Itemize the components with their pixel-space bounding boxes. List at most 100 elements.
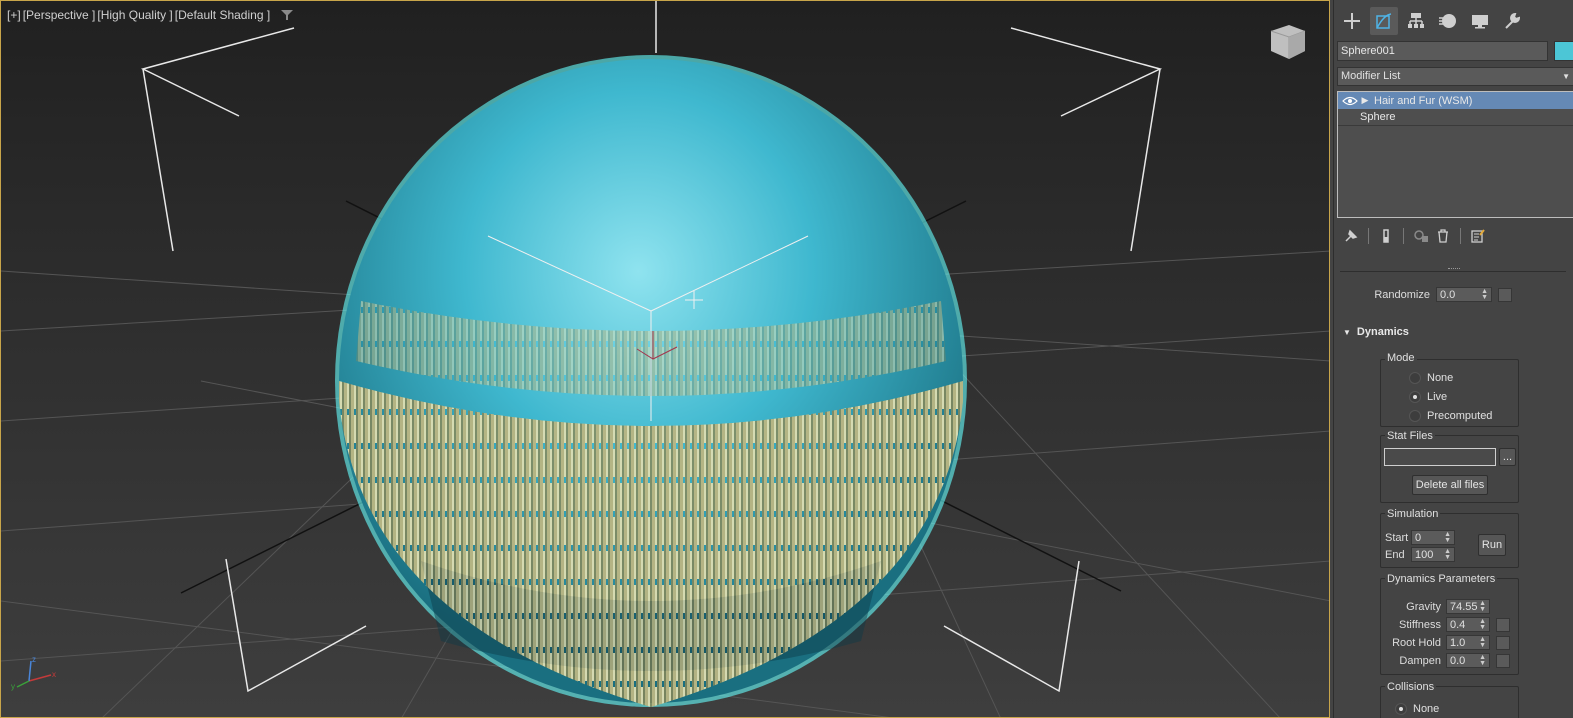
viewport-shading-menu[interactable]: [Default Shading ] — [175, 8, 270, 22]
modifier-list-dropdown[interactable]: Modifier List ▼ — [1337, 67, 1573, 86]
gravity-row: Gravity 74.55 ▲ ▼ — [1381, 599, 1490, 614]
sim-end-row: End 100 ▲ ▼ — [1385, 547, 1455, 562]
spinner-arrows-icon[interactable]: ▲ ▼ — [1479, 654, 1486, 667]
stiffness-label: Stiffness — [1399, 618, 1441, 631]
configure-icon — [1471, 229, 1485, 243]
sim-end-value: 100 — [1415, 548, 1434, 561]
spinner-arrows-icon[interactable]: ▲ ▼ — [1479, 636, 1486, 649]
stack-item-label: Hair and Fur (WSM) — [1374, 94, 1473, 107]
dynamics-title: Dynamics — [1356, 326, 1409, 338]
stack-item-hair-and-fur[interactable]: ▶ Hair and Fur (WSM) — [1338, 92, 1573, 109]
motion-tab[interactable] — [1434, 7, 1462, 35]
viewcube-icon[interactable] — [1265, 19, 1309, 63]
mode-option-none[interactable]: None — [1409, 372, 1453, 384]
gravity-value: 74.55 — [1450, 600, 1478, 613]
stat-files-group: Stat Files ... Delete all files — [1380, 430, 1519, 503]
show-end-result-button[interactable] — [1375, 226, 1397, 246]
collisions-title: Collisions — [1385, 681, 1437, 693]
radio-precomputed[interactable] — [1409, 410, 1421, 422]
simulation-group: Simulation Start 0 ▲ ▼ End 100 ▲ ▼ Run — [1380, 508, 1519, 568]
gravity-spinner[interactable]: 74.55 ▲ ▼ — [1446, 599, 1490, 614]
monitor-icon — [1472, 15, 1488, 29]
viewport-quality-menu[interactable]: [High Quality ] — [97, 8, 172, 22]
toolbar-separator — [1368, 228, 1369, 244]
mode-option-precomputed[interactable]: Precomputed — [1409, 410, 1492, 422]
spinner-arrows-icon[interactable]: ▲ ▼ — [1479, 618, 1486, 631]
svg-text:x: x — [52, 670, 56, 679]
make-unique-icon — [1414, 230, 1428, 242]
randomize-row: Randomize 0.0 ▲ ▼ — [1348, 287, 1512, 302]
modify-tab[interactable] — [1370, 7, 1398, 35]
dynamics-rollout-header[interactable]: ▼ Dynamics — [1337, 322, 1569, 342]
filter-icon[interactable] — [280, 9, 294, 21]
collisions-option-none[interactable]: None — [1395, 703, 1439, 715]
scroll-grip[interactable] — [1448, 268, 1460, 271]
create-tab[interactable] — [1338, 7, 1366, 35]
collisions-group: Collisions None — [1380, 681, 1519, 718]
roothold-map-button[interactable] — [1496, 635, 1510, 650]
hierarchy-tab[interactable] — [1402, 7, 1430, 35]
stiffness-spinner[interactable]: 0.4 ▲ ▼ — [1446, 617, 1490, 632]
stiffness-value: 0.4 — [1450, 618, 1466, 631]
pin-stack-button[interactable] — [1340, 226, 1362, 246]
randomize-map-button[interactable] — [1498, 287, 1512, 302]
viewport-pov-menu[interactable]: [Perspective ] — [23, 8, 96, 22]
motion-icon — [1439, 14, 1456, 28]
radio-none[interactable] — [1409, 372, 1421, 384]
sim-end-label: End — [1385, 548, 1405, 561]
collapse-arrow-icon: ▼ — [1343, 327, 1351, 337]
mode-group-title: Mode — [1385, 352, 1417, 364]
make-unique-button[interactable] — [1410, 226, 1432, 246]
command-panel: Modifier List ▼ ▶ Hair and Fur (WSM) Sph… — [1333, 0, 1573, 718]
mode-group: Mode None Live Precomputed — [1380, 352, 1519, 427]
mode-option-live[interactable]: Live — [1409, 391, 1447, 403]
stack-item-sphere[interactable]: Sphere — [1338, 109, 1573, 126]
randomize-value: 0.0 — [1440, 288, 1456, 301]
radio-collisions-none[interactable] — [1395, 703, 1407, 715]
modifier-stack: ▶ Hair and Fur (WSM) Sphere — [1337, 91, 1573, 218]
pin-icon — [1345, 229, 1358, 242]
dynamics-params-title: Dynamics Parameters — [1385, 573, 1498, 585]
run-simulation-button[interactable]: Run — [1478, 534, 1506, 556]
perspective-viewport[interactable]: [+] [Perspective ] [High Quality ] [Defa… — [0, 0, 1330, 718]
mode-live-label: Live — [1427, 391, 1448, 403]
dampen-map-button[interactable] — [1496, 653, 1510, 668]
randomize-spinner[interactable]: 0.0 ▲ ▼ — [1436, 287, 1492, 302]
toolbar-separator — [1460, 228, 1461, 244]
configure-modifier-sets-button[interactable] — [1467, 226, 1489, 246]
spinner-arrows-icon[interactable]: ▲ ▼ — [1444, 548, 1451, 561]
delete-all-files-button[interactable]: Delete all files — [1412, 475, 1488, 495]
stack-toolbar — [1340, 226, 1489, 246]
stat-files-path-field[interactable] — [1384, 448, 1496, 466]
spinner-arrows-icon[interactable]: ▲ ▼ — [1444, 531, 1451, 544]
viewport-general-menu[interactable]: [+] — [7, 8, 21, 22]
mode-none-label: None — [1427, 372, 1454, 384]
stiffness-map-button[interactable] — [1496, 617, 1510, 632]
rollout-divider — [1340, 271, 1566, 272]
stat-files-title: Stat Files — [1385, 430, 1435, 442]
simulation-title: Simulation — [1385, 508, 1441, 520]
remove-modifier-button[interactable] — [1432, 226, 1454, 246]
hierarchy-icon — [1408, 13, 1424, 28]
object-name-field[interactable] — [1337, 41, 1548, 61]
browse-stat-files-button[interactable]: ... — [1499, 448, 1516, 466]
collisions-none-label: None — [1413, 703, 1440, 715]
eye-icon[interactable] — [1342, 96, 1358, 106]
roothold-row: Root Hold 1.0 ▲ ▼ — [1381, 635, 1510, 650]
svg-text:z: z — [32, 655, 36, 664]
sim-end-spinner[interactable]: 100 ▲ ▼ — [1411, 547, 1455, 562]
sim-start-label: Start — [1385, 531, 1409, 544]
sim-start-spinner[interactable]: 0 ▲ ▼ — [1411, 530, 1455, 545]
object-color-swatch[interactable] — [1554, 41, 1573, 61]
expand-arrow-icon[interactable]: ▶ — [1360, 95, 1370, 106]
display-tab[interactable] — [1466, 7, 1494, 35]
gravity-label: Gravity — [1406, 600, 1441, 613]
dampen-spinner[interactable]: 0.0 ▲ ▼ — [1446, 653, 1490, 668]
radio-live[interactable] — [1409, 391, 1421, 403]
spinner-arrows-icon[interactable]: ▲ ▼ — [1479, 600, 1486, 613]
roothold-spinner[interactable]: 1.0 ▲ ▼ — [1446, 635, 1490, 650]
utilities-tab[interactable] — [1498, 7, 1526, 35]
modifier-list-label: Modifier List — [1341, 70, 1401, 82]
spinner-arrows-icon[interactable]: ▲ ▼ — [1481, 288, 1488, 301]
dampen-label: Dampen — [1399, 654, 1441, 667]
